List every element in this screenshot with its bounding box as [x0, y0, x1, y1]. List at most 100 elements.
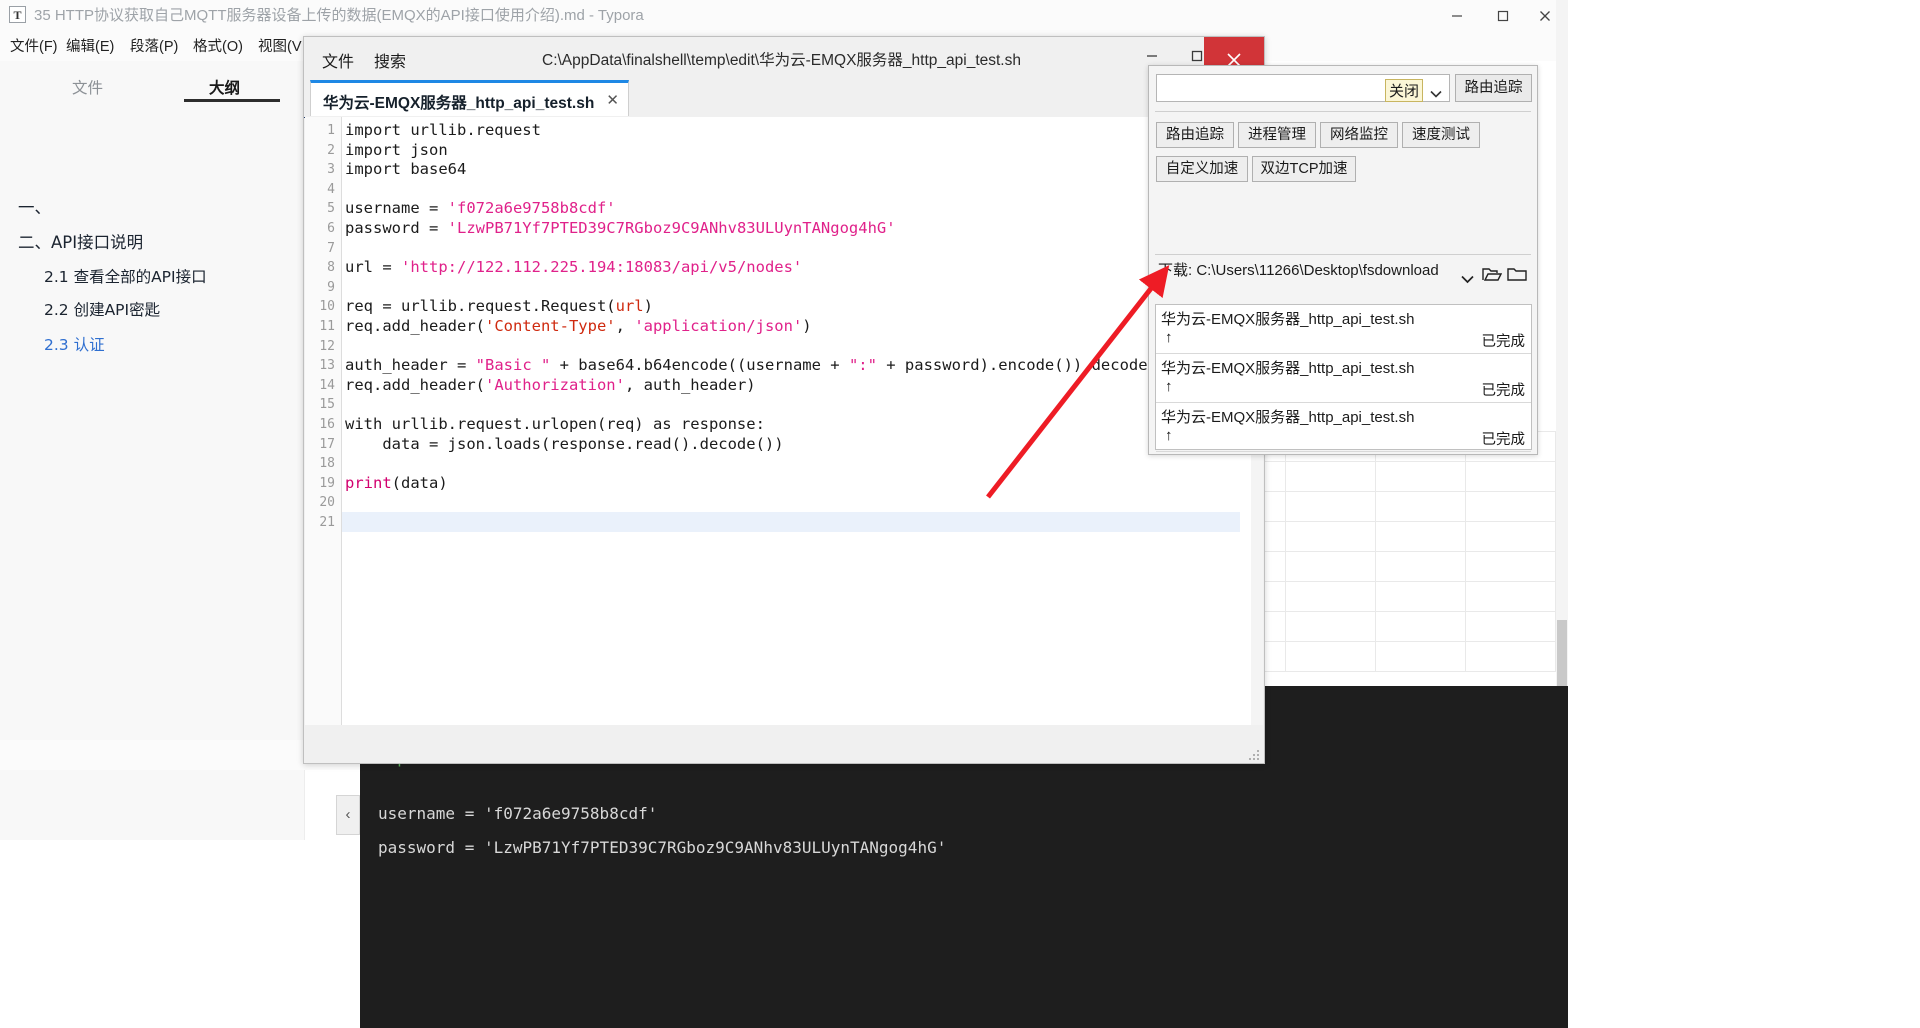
- code-token: ":": [848, 356, 877, 375]
- upload-arrow-icon: ↑: [1165, 427, 1173, 444]
- doc-grid-line: [1265, 461, 1565, 462]
- line-number: 12: [319, 338, 335, 354]
- terminal-line: username = 'f072a6e9758b8cdf': [378, 804, 658, 823]
- line-number: 21: [319, 515, 335, 530]
- code-line[interactable]: with urllib.request.urlopen(req) as resp…: [345, 415, 765, 433]
- code-token: import base64: [345, 160, 467, 179]
- chevron-down-icon[interactable]: [1461, 271, 1474, 289]
- code-line[interactable]: auth_header = "Basic " + base64.b64encod…: [345, 356, 1166, 374]
- typora-sidebar: 文件 大纲 一、二、API接口说明 2.1 查看全部的API接口 2.2 创建API密…: [0, 61, 305, 840]
- doc-grid-line: [1265, 611, 1565, 612]
- line-number: 3: [327, 162, 335, 178]
- tool-button-2[interactable]: 网络监控: [1320, 122, 1398, 148]
- tool-button-4[interactable]: 自定义加速: [1156, 156, 1248, 182]
- minimize-button[interactable]: [1434, 0, 1480, 31]
- code-line[interactable]: print(data): [345, 474, 448, 492]
- outline-item-0[interactable]: 一、: [18, 194, 51, 218]
- code-line[interactable]: username = 'f072a6e9758b8cdf': [345, 199, 616, 217]
- upload-arrow-icon: ↑: [1165, 329, 1173, 346]
- code-token: , auth_header): [624, 375, 756, 394]
- line-number: 18: [319, 456, 335, 472]
- sidebar-tabs: 文件 大纲: [0, 70, 304, 112]
- window-title: 35 HTTP协议获取自己MQTT服务器设备上传的数据(EMQX的API接口使用…: [34, 7, 644, 24]
- line-number: 4: [327, 181, 335, 197]
- line-number: 17: [319, 436, 335, 452]
- code-token: (data): [391, 473, 448, 492]
- tool-button-3[interactable]: 速度测试: [1402, 122, 1480, 148]
- download-status: 已完成: [1481, 383, 1526, 399]
- folder-open-icon[interactable]: [1482, 266, 1503, 288]
- code-token: "Basic ": [475, 356, 551, 375]
- download-item[interactable]: 华为云-EMQX服务器_http_api_test.sh ↑ 已完成: [1156, 403, 1531, 452]
- editor-menu-0[interactable]: 文件: [322, 48, 354, 72]
- outline-item-1[interactable]: 二、API接口说明: [18, 229, 143, 253]
- line-number: 14: [319, 377, 335, 393]
- menu-item-4[interactable]: 视图(V: [258, 35, 302, 56]
- outline-item-4[interactable]: 2.3 认证: [44, 333, 105, 355]
- combobox-value: 关闭: [1384, 79, 1423, 102]
- code-token: url =: [345, 258, 401, 277]
- line-number: 7: [327, 240, 335, 256]
- doc-grid-vline: [1375, 431, 1376, 671]
- code-token: print: [345, 473, 392, 492]
- typora-titlebar: T 35 HTTP协议获取自己MQTT服务器设备上传的数据(EMQX的API接口…: [0, 0, 1568, 31]
- download-list[interactable]: 华为云-EMQX服务器_http_api_test.sh ↑ 已完成 华为云-EMQX…: [1155, 304, 1532, 452]
- code-line[interactable]: url = 'http://122.112.225.194:18083/api/…: [345, 258, 802, 276]
- code-line[interactable]: import base64: [345, 160, 466, 178]
- tool-button-1[interactable]: 进程管理: [1238, 122, 1316, 148]
- desktop-background: [1568, 0, 1920, 1028]
- code-line[interactable]: data = json.loads(response.read().decode…: [345, 435, 783, 453]
- line-number: 16: [319, 417, 335, 432]
- sidebar-tab-1[interactable]: 大纲: [209, 76, 240, 98]
- typora-logo-icon: T: [9, 6, 26, 23]
- download-file-name: 华为云-EMQX服务器_http_api_test.sh: [1161, 409, 1415, 426]
- code-line[interactable]: import urllib.request: [345, 121, 541, 139]
- menu-item-3[interactable]: 格式(O): [193, 35, 243, 56]
- editor-tab[interactable]: 华为云-EMQX服务器_http_api_test.sh ✕: [310, 80, 629, 116]
- code-editor-area[interactable]: 1 2 3 4 5 6 7 8 9 10 11 12 13 14 15 16 17 18 19 20 21 import…: [305, 117, 1263, 725]
- line-number: 9: [327, 279, 335, 295]
- tool-button-0[interactable]: 路由追踪: [1156, 122, 1234, 148]
- folder-icon[interactable]: [1507, 266, 1527, 288]
- code-token: auth_header =: [345, 356, 476, 375]
- editor-menu-1[interactable]: 搜索: [374, 48, 406, 72]
- code-line[interactable]: req.add_header('Content-Type', 'applicat…: [345, 317, 812, 335]
- maximize-button[interactable]: [1480, 0, 1526, 31]
- line-number: 8: [327, 260, 335, 276]
- menu-item-2[interactable]: 段落(P): [130, 35, 178, 56]
- code-token: req = urllib.request.Request(: [345, 297, 616, 316]
- connection-state-combobox[interactable]: 关闭: [1156, 74, 1450, 102]
- menu-item-0[interactable]: 文件(F): [10, 35, 58, 56]
- code-token: 'f072a6e9758b8cdf': [447, 199, 616, 218]
- route-trace-top-button[interactable]: 路由追踪: [1455, 74, 1532, 102]
- line-number: 15: [319, 397, 335, 413]
- download-path-label: 下载: C:\Users\11266\Desktop\fsdownload: [1158, 262, 1439, 279]
- terminal-collapse-button[interactable]: ‹: [336, 795, 360, 835]
- code-token: password =: [345, 219, 448, 237]
- sidebar-tab-0[interactable]: 文件: [72, 76, 103, 98]
- menu-item-1[interactable]: 编辑(E): [66, 35, 114, 56]
- line-number: 2: [327, 142, 335, 158]
- download-status: 已完成: [1481, 432, 1526, 448]
- download-file-name: 华为云-EMQX服务器_http_api_test.sh: [1161, 360, 1415, 377]
- upload-arrow-icon: ↑: [1165, 378, 1173, 395]
- chevron-down-icon[interactable]: [1430, 85, 1442, 103]
- resize-grip-icon[interactable]: [1248, 748, 1261, 761]
- editor-bottom-bar: [305, 725, 1263, 763]
- code-token: 'http://122.112.225.194:18083/api/v5/nod…: [401, 258, 803, 277]
- code-token: ,: [615, 317, 635, 335]
- code-line[interactable]: import json: [345, 141, 448, 159]
- code-token: url: [615, 297, 644, 316]
- code-line[interactable]: req.add_header('Authorization', auth_hea…: [345, 376, 756, 394]
- download-item[interactable]: 华为云-EMQX服务器_http_api_test.sh ↑ 已完成: [1156, 354, 1531, 403]
- code-token: 'application/json': [634, 317, 803, 335]
- outline-item-3[interactable]: 2.2 创建API密匙: [44, 298, 160, 320]
- file-path-label: C:\AppData\finalshell\temp\edit\华为云-EMQX…: [542, 52, 1021, 69]
- outline-item-2[interactable]: 2.1 查看全部的API接口: [44, 265, 207, 287]
- code-line[interactable]: req = urllib.request.Request(url): [345, 297, 653, 315]
- code-token: 'Authorization': [484, 375, 625, 394]
- code-line[interactable]: password = 'LzwPB71Yf7PTED39C7RGboz9C9AN…: [345, 219, 896, 237]
- download-item[interactable]: 华为云-EMQX服务器_http_api_test.sh ↑ 已完成: [1156, 305, 1531, 354]
- tool-button-5[interactable]: 双边TCP加速: [1252, 156, 1356, 182]
- editor-tab-close-icon[interactable]: ✕: [606, 91, 619, 109]
